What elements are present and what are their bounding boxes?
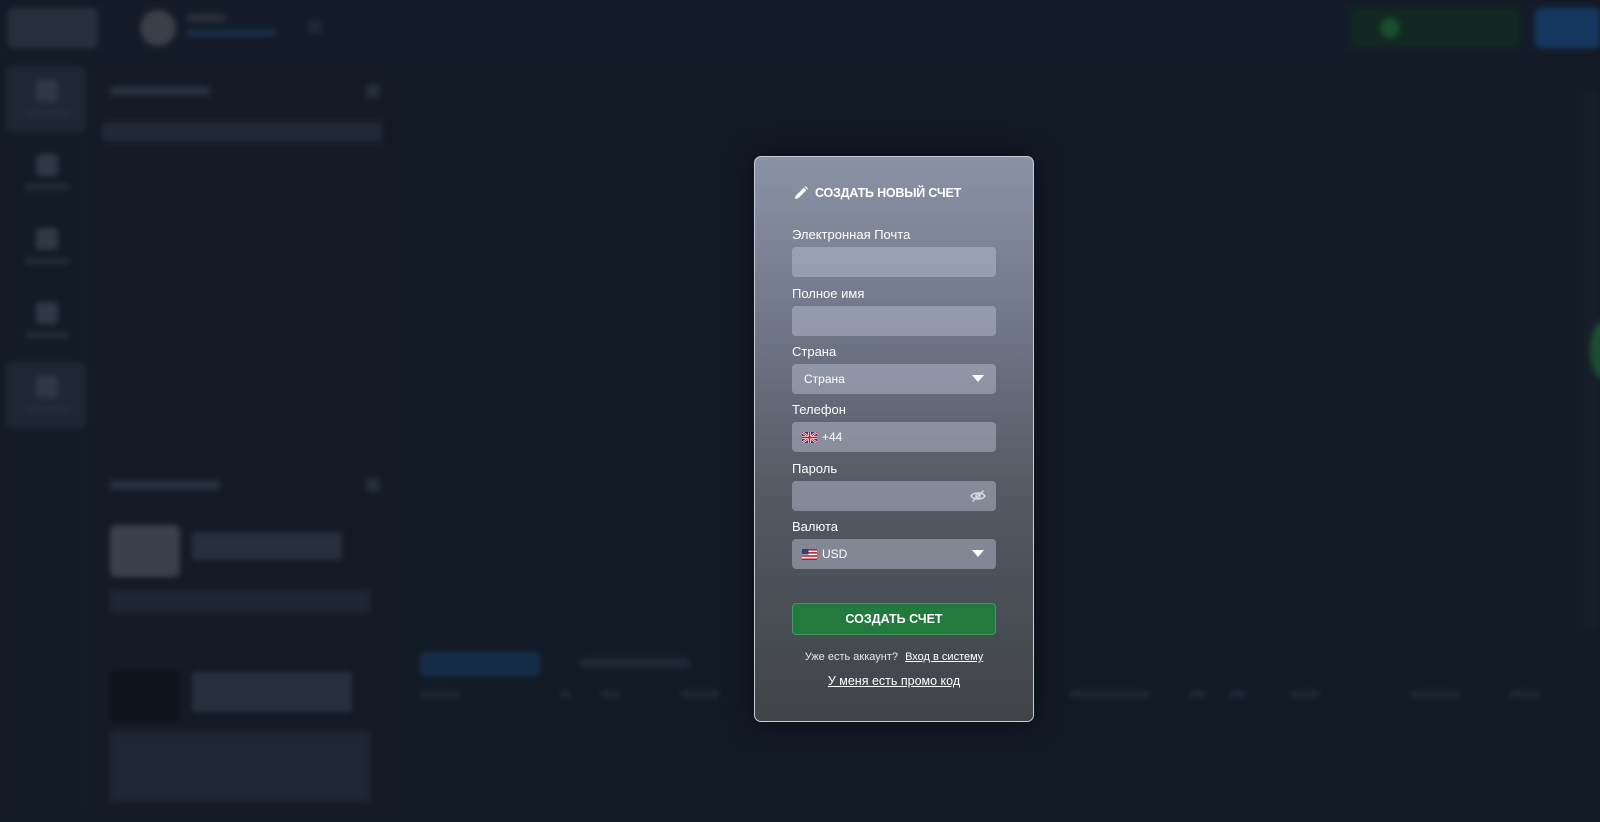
nav-item bbox=[6, 66, 86, 132]
account-name bbox=[186, 14, 226, 22]
nav-item bbox=[6, 214, 86, 280]
avatar bbox=[140, 10, 176, 46]
country-label: Страна bbox=[792, 344, 837, 359]
account-chevron-icon bbox=[308, 20, 322, 34]
phone-prefix: +44 bbox=[822, 430, 843, 444]
side-panel bbox=[96, 70, 391, 822]
logo bbox=[8, 8, 98, 48]
password-field[interactable] bbox=[792, 481, 996, 511]
top-bar bbox=[0, 0, 1600, 56]
full-name-label: Полное имя bbox=[792, 286, 865, 301]
us-flag-icon bbox=[802, 548, 817, 560]
modal-header: СОЗДАТЬ НОВЫЙ СЧЕТ bbox=[793, 185, 961, 201]
pencil-icon bbox=[793, 185, 809, 201]
country-selected: Страна bbox=[804, 372, 845, 386]
nav-item bbox=[6, 140, 86, 206]
currency-label: Валюта bbox=[792, 519, 838, 534]
email-field[interactable] bbox=[792, 247, 996, 277]
promo-code-link[interactable]: У меня есть промо код bbox=[755, 674, 1033, 688]
registration-modal: СОЗДАТЬ НОВЫЙ СЧЕТ Электронная Почта Пол… bbox=[754, 156, 1034, 722]
phone-field[interactable]: +44 bbox=[792, 422, 996, 452]
login-prompt: Уже есть аккаунт? bbox=[804, 651, 899, 663]
country-select[interactable]: Страна bbox=[792, 364, 996, 394]
nav-item bbox=[6, 362, 86, 428]
password-label: Пароль bbox=[792, 461, 838, 476]
currency-selected: USD bbox=[822, 547, 848, 561]
currency-select[interactable]: USD bbox=[792, 539, 996, 569]
caret-down-icon bbox=[972, 375, 984, 382]
deposit-icon bbox=[1380, 18, 1400, 38]
deposit-button bbox=[1350, 8, 1520, 48]
bg-tab bbox=[580, 658, 690, 668]
caret-down-icon bbox=[972, 550, 984, 557]
login-prompt-row: Уже есть аккаунт? Вход в систему bbox=[755, 651, 1033, 663]
create-account-button[interactable]: СОЗДАТЬ СЧЕТ bbox=[792, 603, 996, 635]
full-name-field[interactable] bbox=[792, 306, 996, 336]
uk-flag-icon[interactable] bbox=[801, 430, 818, 444]
eye-off-icon[interactable] bbox=[970, 489, 986, 506]
account-balance bbox=[186, 30, 276, 36]
top-action-button bbox=[1535, 8, 1600, 48]
left-nav bbox=[0, 56, 90, 822]
nav-item bbox=[6, 288, 86, 354]
phone-label: Телефон bbox=[792, 402, 846, 417]
modal-title: СОЗДАТЬ НОВЫЙ СЧЕТ bbox=[815, 186, 962, 200]
bg-tab-active bbox=[420, 652, 540, 676]
email-label: Электронная Почта bbox=[792, 227, 911, 242]
login-link[interactable]: Вход в систему bbox=[905, 651, 983, 663]
